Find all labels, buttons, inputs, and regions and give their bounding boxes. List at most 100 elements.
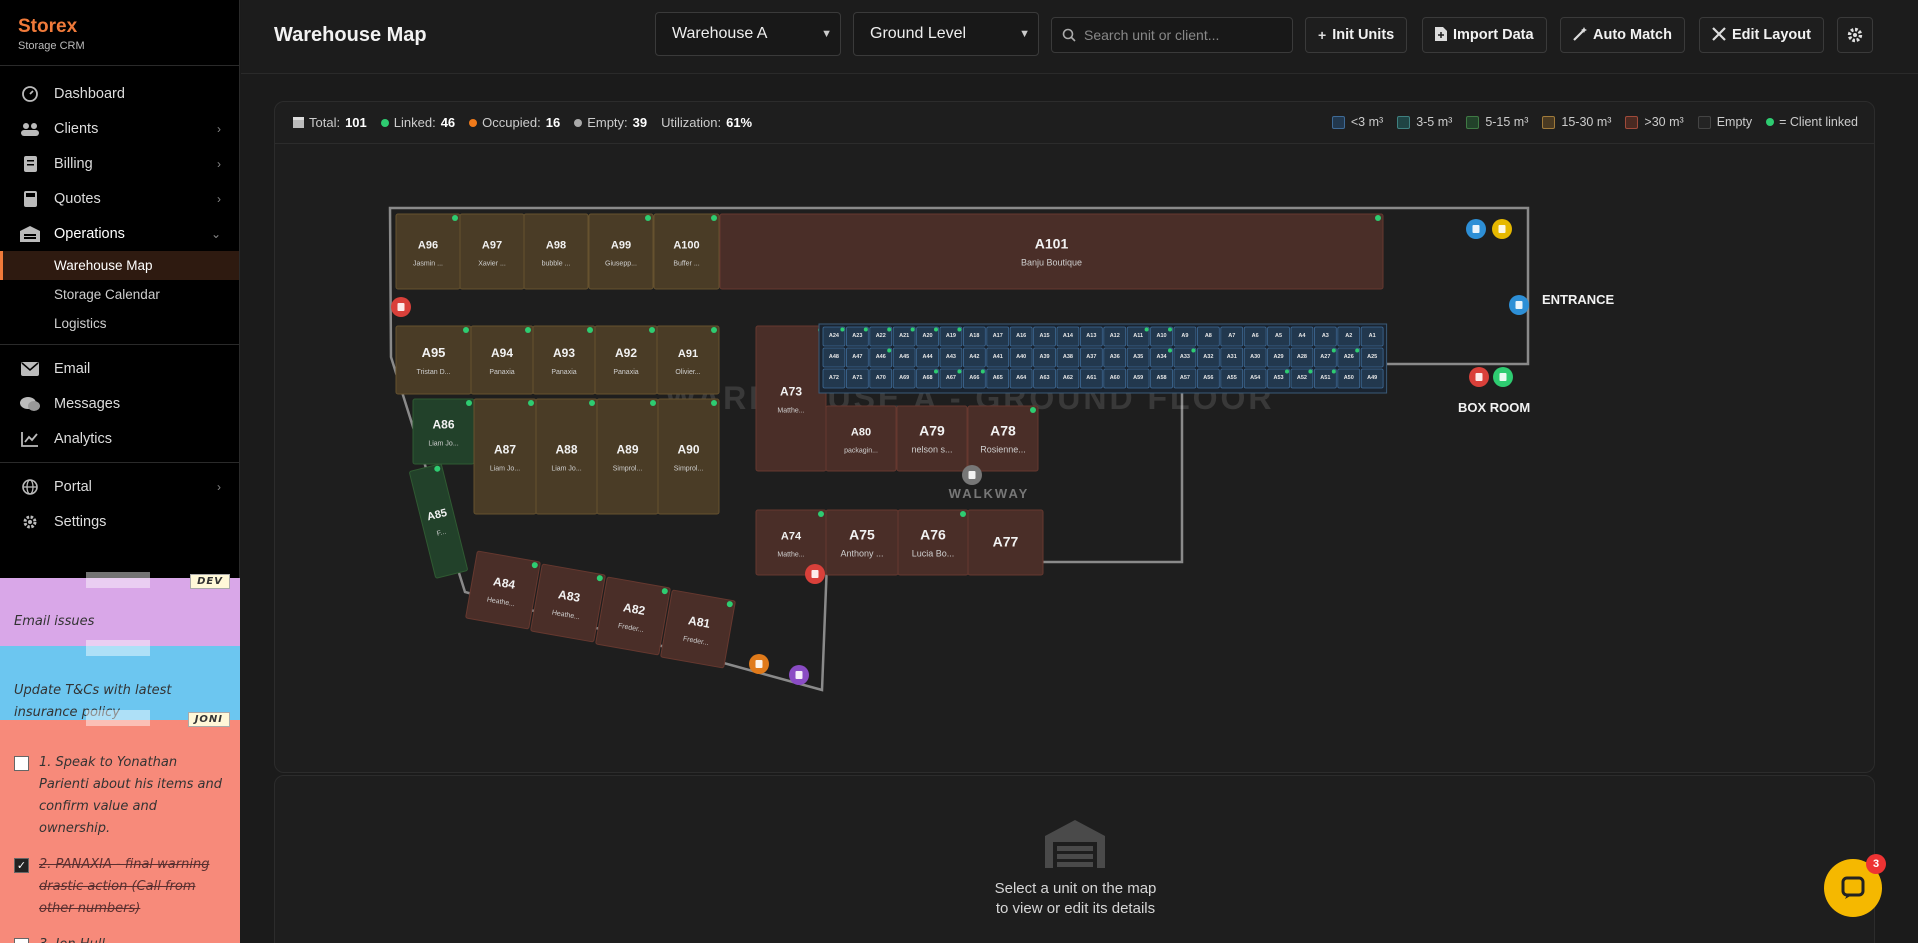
first-aid-icon[interactable] [1493,367,1513,387]
sidebar-item-email[interactable]: Email [0,351,239,386]
fire-extinguisher-icon[interactable] [805,564,825,584]
locker-a42[interactable]: A42 [963,347,986,368]
locker-a57[interactable]: A57 [1173,368,1197,389]
todo-checkbox[interactable]: ✓ [14,858,29,873]
toilet-icon[interactable] [789,665,809,685]
locker-a10[interactable]: A10 [1150,326,1173,347]
unit-a99[interactable]: A99 Giusepp... [588,213,654,290]
sidebar-subitem-storage-calendar[interactable]: Storage Calendar [0,280,239,309]
locker-a16[interactable]: A16 [1009,326,1033,347]
locker-a20[interactable]: A20 [916,326,939,347]
locker-a62[interactable]: A62 [1056,368,1080,389]
locker-a45[interactable]: A45 [892,347,916,368]
locker-a35[interactable]: A35 [1126,347,1150,368]
locker-a14[interactable]: A14 [1056,326,1080,347]
locker-a33[interactable]: A33 [1173,347,1197,368]
box-icon[interactable] [962,465,982,485]
locker-a43[interactable]: A43 [939,347,963,368]
locker-a69[interactable]: A69 [892,368,916,389]
locker-a46[interactable]: A46 [869,347,893,368]
unit-a101[interactable]: A101 Banju Boutique [719,213,1384,290]
locker-a12[interactable]: A12 [1103,326,1127,347]
unit-a94[interactable]: A94 Panaxia [470,325,534,395]
unit-a92[interactable]: A92 Panaxia [594,325,658,395]
unit-a80[interactable]: A80 packagin... [825,405,897,472]
locker-a59[interactable]: A59 [1126,368,1150,389]
locker-a23[interactable]: A23 [846,326,869,347]
unit-a82[interactable]: A82Freder... [595,576,671,656]
locker-a64[interactable]: A64 [1009,368,1033,389]
locker-a5[interactable]: A5 [1267,326,1290,347]
locker-a60[interactable]: A60 [1103,368,1127,389]
unit-a76[interactable]: A76 Lucia Bo... [897,509,969,576]
locker-a27[interactable]: A27 [1314,347,1337,368]
locker-a24[interactable]: A24 [822,326,846,347]
locker-a61[interactable]: A61 [1080,368,1103,389]
unit-a95[interactable]: A95 Tristan D... [395,325,472,395]
sidebar-item-billing[interactable]: Billing › [0,146,239,181]
locker-a30[interactable]: A30 [1243,347,1267,368]
locker-a22[interactable]: A22 [869,326,893,347]
locker-a31[interactable]: A31 [1220,347,1244,368]
sidebar-item-operations[interactable]: Operations ⌄ [0,216,239,251]
locker-a18[interactable]: A18 [963,326,986,347]
locker-a17[interactable]: A17 [986,326,1010,347]
unit-a79[interactable]: A79 nelson s... [896,405,968,472]
locker-a40[interactable]: A40 [1009,347,1033,368]
sidebar-item-clients[interactable]: Clients › [0,111,239,146]
locker-a67[interactable]: A67 [939,368,963,389]
unit-a91[interactable]: A91 Olivier... [656,325,720,395]
locker-a51[interactable]: A51 [1314,368,1337,389]
locker-a56[interactable]: A56 [1197,368,1220,389]
sidebar-item-portal[interactable]: Portal › [0,469,239,504]
sidebar-item-dashboard[interactable]: Dashboard [0,76,239,111]
locker-a41[interactable]: A41 [986,347,1010,368]
locker-a7[interactable]: A7 [1220,326,1244,347]
locker-a68[interactable]: A68 [916,368,939,389]
fire-extinguisher-icon[interactable] [391,297,411,317]
locker-a21[interactable]: A21 [892,326,916,347]
unit-a93[interactable]: A93 Panaxia [532,325,596,395]
locker-a26[interactable]: A26 [1337,347,1361,368]
locker-a19[interactable]: A19 [939,326,963,347]
level-select[interactable]: Ground Level ▼ [853,12,1039,56]
locker-a8[interactable]: A8 [1197,326,1220,347]
unit-a89[interactable]: A89 Simprol... [596,398,659,515]
unit-a78[interactable]: A78 Rosienne... [967,405,1039,472]
locker-a6[interactable]: A6 [1243,326,1267,347]
fire-extinguisher-icon[interactable] [1469,367,1489,387]
locker-a47[interactable]: A47 [846,347,869,368]
unit-a81[interactable]: A81Freder... [660,589,736,669]
locker-a63[interactable]: A63 [1033,368,1056,389]
locker-a29[interactable]: A29 [1267,347,1290,368]
unit-a98[interactable]: A98 bubble ... [523,213,589,290]
info-icon[interactable] [1466,219,1486,239]
sidebar-item-messages[interactable]: Messages [0,386,239,421]
unit-a96[interactable]: A96 Jasmin ... [395,213,461,290]
locker-a2[interactable]: A2 [1337,326,1361,347]
unit-a84[interactable]: A84Heathe... [465,550,541,630]
unit-a97[interactable]: A97 Xavier ... [459,213,525,290]
locker-a48[interactable]: A48 [822,347,846,368]
locker-a55[interactable]: A55 [1220,368,1244,389]
sidebar-subitem-logistics[interactable]: Logistics [0,309,239,338]
unit-a75[interactable]: A75 Anthony ... [825,509,899,576]
locker-a50[interactable]: A50 [1337,368,1361,389]
todo-checkbox[interactable] [14,756,29,771]
init-units-button[interactable]: + Init Units [1305,17,1408,53]
locker-a52[interactable]: A52 [1290,368,1314,389]
todo-checkbox[interactable] [14,938,29,943]
unit-a83[interactable]: A83Heathe... [530,563,606,643]
locker-a39[interactable]: A39 [1033,347,1056,368]
locker-a28[interactable]: A28 [1290,347,1314,368]
locker-a70[interactable]: A70 [869,368,893,389]
warehouse-select[interactable]: Warehouse A ▼ [655,12,841,56]
locker-a65[interactable]: A65 [986,368,1010,389]
locker-a32[interactable]: A32 [1197,347,1220,368]
locker-a4[interactable]: A4 [1290,326,1314,347]
search-input[interactable] [1084,27,1274,43]
unit-a77[interactable]: A77 [967,509,1044,576]
brand-name[interactable]: Storex [18,16,221,38]
edit-layout-button[interactable]: Edit Layout [1699,17,1824,53]
unit-a86[interactable]: A86 Liam Jo... [412,398,475,465]
